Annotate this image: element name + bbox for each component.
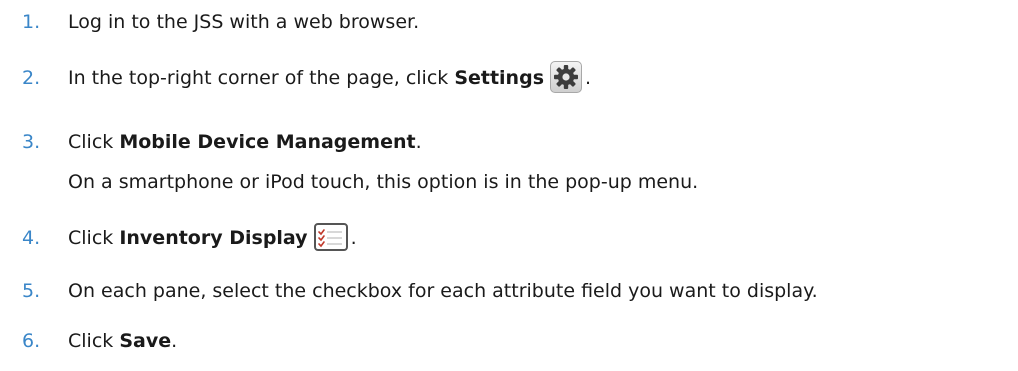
step-4: 4. Click Inventory Display . bbox=[0, 218, 1018, 258]
step-number: 4. bbox=[22, 227, 41, 249]
step-1: 1. Log in to the JSS with a web browser. bbox=[0, 2, 1018, 42]
step-text: Click Save. bbox=[68, 330, 178, 352]
step-number: 2. bbox=[22, 67, 41, 89]
step-number: 3. bbox=[22, 131, 41, 153]
step-text: On each pane, select the checkbox for ea… bbox=[68, 280, 818, 302]
settings-term: Settings bbox=[454, 67, 544, 89]
step-6: 6. Click Save. bbox=[0, 321, 1018, 361]
step-number: 6. bbox=[22, 330, 41, 352]
step-text: Click Mobile Device Management. bbox=[68, 131, 422, 153]
step-note: On a smartphone or iPod touch, this opti… bbox=[68, 171, 699, 193]
step-text: In the top-right corner of the page, cli… bbox=[68, 58, 591, 98]
step-number: 5. bbox=[22, 280, 41, 302]
step-number: 1. bbox=[22, 11, 41, 33]
step-2: 2. In the top-right corner of the page, … bbox=[0, 58, 1018, 98]
inventory-display-term: Inventory Display bbox=[119, 227, 308, 249]
gear-icon bbox=[550, 60, 582, 93]
step-5: 5. On each pane, select the checkbox for… bbox=[0, 271, 1018, 311]
step-3: 3. Click Mobile Device Management. On a … bbox=[0, 122, 1018, 193]
mobile-device-management-term: Mobile Device Management bbox=[119, 131, 416, 153]
checklist-icon bbox=[313, 222, 348, 251]
step-text: Click Inventory Display . bbox=[68, 218, 357, 258]
save-term: Save bbox=[119, 330, 172, 352]
step-text: Log in to the JSS with a web browser. bbox=[68, 11, 420, 33]
